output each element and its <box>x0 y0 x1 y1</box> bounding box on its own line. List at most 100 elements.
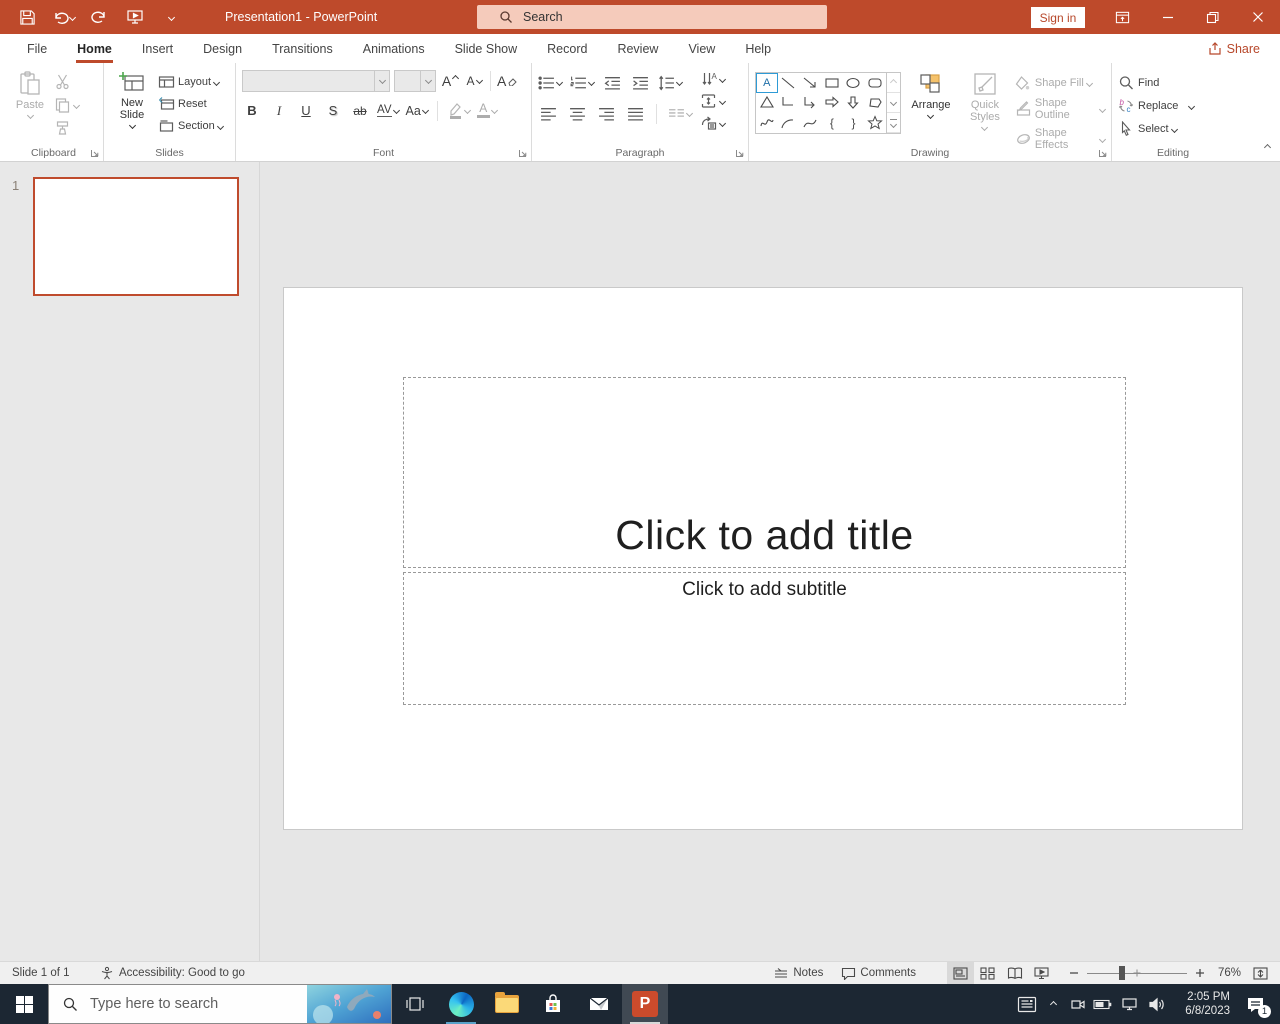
strikethrough-button[interactable]: ab <box>350 100 370 121</box>
save-icon[interactable] <box>14 4 40 30</box>
shape-freeform[interactable] <box>864 93 886 113</box>
replace-button[interactable]: bc Replace <box>1118 98 1228 114</box>
tab-insert[interactable]: Insert <box>127 34 188 63</box>
task-view-button[interactable] <box>392 984 438 1024</box>
arrange-button[interactable]: Arrange <box>907 68 955 144</box>
minimize-icon[interactable] <box>1145 0 1190 34</box>
select-button[interactable]: Select <box>1118 121 1228 137</box>
action-center-button[interactable]: 1 <box>1236 984 1274 1024</box>
undo-icon[interactable] <box>50 4 76 30</box>
paragraph-dialog-launcher-icon[interactable] <box>735 148 745 158</box>
subtitle-placeholder[interactable]: Click to add subtitle <box>403 572 1126 705</box>
cut-button[interactable] <box>54 74 79 90</box>
volume-icon[interactable] <box>1144 984 1170 1024</box>
network-icon[interactable] <box>1116 984 1142 1024</box>
zoom-slider-handle[interactable] <box>1119 966 1125 980</box>
columns-button[interactable] <box>668 103 692 124</box>
zoom-in-button[interactable] <box>1191 962 1209 984</box>
align-text-button[interactable] <box>700 93 725 109</box>
shape-rectangle[interactable] <box>821 73 843 93</box>
search-highlight-image[interactable] <box>307 985 391 1023</box>
hidden-icons-chevron[interactable] <box>1042 984 1064 1024</box>
convert-to-smartart-button[interactable] <box>700 115 725 131</box>
tab-file[interactable]: File <box>12 34 62 63</box>
tab-help[interactable]: Help <box>730 34 786 63</box>
font-name-combo[interactable] <box>242 70 390 92</box>
decrease-font-size-button[interactable]: A <box>464 71 484 92</box>
increase-indent-button[interactable] <box>630 72 650 93</box>
align-left-button[interactable] <box>538 103 558 124</box>
reading-view-button[interactable] <box>1001 962 1028 984</box>
reset-button[interactable]: Reset <box>158 96 223 112</box>
tab-design[interactable]: Design <box>188 34 257 63</box>
shape-left-brace[interactable]: { <box>821 112 843 133</box>
find-button[interactable]: Find <box>1118 75 1228 91</box>
tab-transitions[interactable]: Transitions <box>257 34 348 63</box>
file-explorer-button[interactable] <box>484 984 530 1024</box>
shape-right-arrow[interactable] <box>821 93 843 113</box>
shape-arc[interactable] <box>778 112 800 133</box>
slide-canvas[interactable]: Click to add title Click to add subtitle <box>283 287 1243 830</box>
ribbon-display-options-icon[interactable] <box>1100 0 1145 34</box>
font-size-combo[interactable] <box>394 70 436 92</box>
zoom-out-button[interactable] <box>1065 962 1083 984</box>
slide-thumbnail[interactable] <box>33 177 239 296</box>
shape-fill-button[interactable]: Shape Fill <box>1015 75 1105 91</box>
shape-right-brace[interactable]: } <box>843 112 865 133</box>
collapse-ribbon-icon[interactable] <box>1265 137 1270 155</box>
increase-font-size-button[interactable]: A <box>440 71 460 92</box>
notes-button[interactable]: Notes <box>764 962 832 984</box>
tab-slide-show[interactable]: Slide Show <box>440 34 533 63</box>
zoom-slider[interactable] <box>1087 962 1187 984</box>
change-case-button[interactable]: Aa <box>406 100 428 121</box>
restore-icon[interactable] <box>1190 0 1235 34</box>
start-button[interactable] <box>0 984 48 1024</box>
slide-show-button[interactable] <box>1028 962 1055 984</box>
tab-home[interactable]: Home <box>62 34 127 63</box>
shape-down-arrow[interactable] <box>843 93 865 113</box>
clear-formatting-button[interactable]: A <box>497 71 517 92</box>
meet-now-icon[interactable] <box>1066 984 1088 1024</box>
drawing-dialog-launcher-icon[interactable] <box>1098 148 1108 158</box>
tab-animations[interactable]: Animations <box>348 34 440 63</box>
paste-button[interactable]: Paste <box>10 68 50 144</box>
text-direction-button[interactable]: A <box>700 71 725 87</box>
layout-button[interactable]: Layout <box>158 74 223 90</box>
tab-review[interactable]: Review <box>602 34 673 63</box>
quick-styles-button[interactable]: Quick Styles <box>961 68 1009 144</box>
taskbar-clock[interactable]: 2:05 PM 6/8/2023 <box>1172 990 1234 1018</box>
clipboard-dialog-launcher-icon[interactable] <box>90 148 100 158</box>
align-center-button[interactable] <box>567 103 587 124</box>
decrease-indent-button[interactable] <box>602 72 622 93</box>
undo-dropdown-chevron[interactable] <box>68 13 75 20</box>
copy-button[interactable] <box>54 97 79 113</box>
sign-in-button[interactable]: Sign in <box>1031 7 1085 28</box>
redo-icon[interactable] <box>86 4 112 30</box>
tab-record[interactable]: Record <box>532 34 602 63</box>
shape-star[interactable] <box>864 112 886 133</box>
align-right-button[interactable] <box>596 103 616 124</box>
fit-slide-to-window-button[interactable] <box>1245 962 1276 984</box>
zoom-level[interactable]: 76% <box>1209 967 1245 979</box>
shapes-more-icon[interactable] <box>887 113 900 133</box>
shape-outline-button[interactable]: Shape Outline <box>1015 97 1105 121</box>
customize-qat-icon[interactable] <box>158 4 184 30</box>
battery-icon[interactable] <box>1090 984 1114 1024</box>
search-box[interactable]: Search <box>477 5 827 29</box>
text-shadow-button[interactable]: S <box>323 100 343 121</box>
shape-elbow-arrow-connector[interactable] <box>799 93 821 113</box>
mail-button[interactable] <box>576 984 622 1024</box>
shapes-scroll-down-icon[interactable] <box>887 93 900 113</box>
underline-button[interactable]: U <box>296 100 316 121</box>
font-color-button[interactable]: A <box>477 100 497 121</box>
shape-text-box[interactable]: A <box>756 73 778 93</box>
microsoft-store-button[interactable] <box>530 984 576 1024</box>
font-dialog-launcher-icon[interactable] <box>518 148 528 158</box>
start-from-beginning-icon[interactable] <box>122 4 148 30</box>
taskbar-search-box[interactable]: Type here to search <box>48 984 392 1024</box>
new-slide-button[interactable]: New Slide <box>110 68 154 144</box>
shape-rounded-rectangle[interactable] <box>864 73 886 93</box>
shape-oval[interactable] <box>843 73 865 93</box>
shape-line[interactable] <box>778 73 800 93</box>
slide-sorter-view-button[interactable] <box>974 962 1001 984</box>
